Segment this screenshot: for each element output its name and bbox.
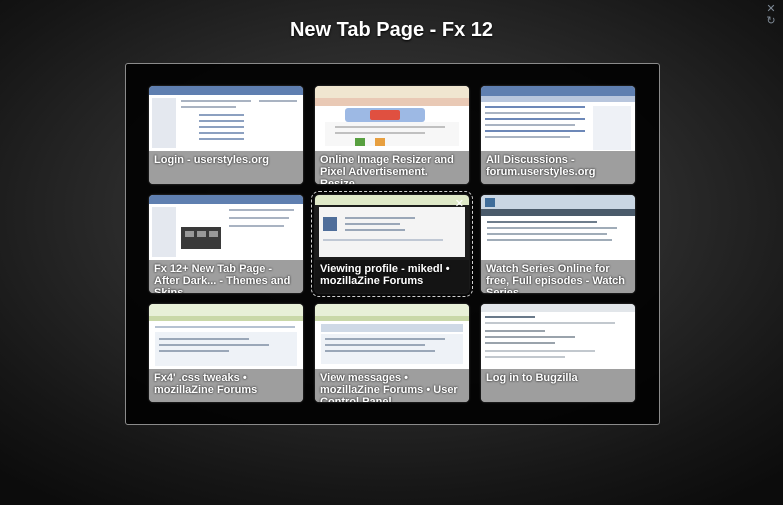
tile-fx4-css-tweaks[interactable]: Fx4' .css tweaks • mozillaZine Forums: [149, 304, 303, 402]
tile-bugzilla[interactable]: Log in to Bugzilla: [481, 304, 635, 402]
tile-view-messages[interactable]: View messages • mozillaZine Forums • Use…: [315, 304, 469, 402]
tile-title: Online Image Resizer and Pixel Advertise…: [315, 151, 469, 184]
tile-title: Fx4' .css tweaks • mozillaZine Forums: [149, 369, 303, 402]
tile-title: Fx 12+ New Tab Page - After Dark... - Th…: [149, 260, 303, 293]
tile-title: Viewing profile - mikedl • mozillaZine F…: [315, 260, 469, 293]
tile-title: Login - userstyles.org: [149, 151, 303, 184]
tile-all-discussions[interactable]: All Discussions - forum.userstyles.org: [481, 86, 635, 184]
tile-title: Watch Series Online for free, Full episo…: [481, 260, 635, 293]
close-icon[interactable]: ✕: [455, 197, 464, 210]
page-title: New Tab Page - Fx 12: [289, 19, 494, 41]
tile-image-resizer[interactable]: Online Image Resizer and Pixel Advertise…: [315, 86, 469, 184]
tile-fx12-style[interactable]: Fx 12+ New Tab Page - After Dark... - Th…: [149, 195, 303, 293]
tile-login-userstyles[interactable]: Login - userstyles.org: [149, 86, 303, 184]
tile-grid: Login - userstyles.org Online Image Resi…: [125, 63, 660, 425]
tile-viewing-profile[interactable]: ✕ Viewing profile - mikedl • mozillaZine…: [311, 191, 473, 297]
tile-title: All Discussions - forum.userstyles.org: [481, 151, 635, 184]
tile-title: View messages • mozillaZine Forums • Use…: [315, 369, 469, 402]
tile-title: Log in to Bugzilla: [481, 369, 635, 402]
tile-watch-series[interactable]: Watch Series Online for free, Full episo…: [481, 195, 635, 293]
